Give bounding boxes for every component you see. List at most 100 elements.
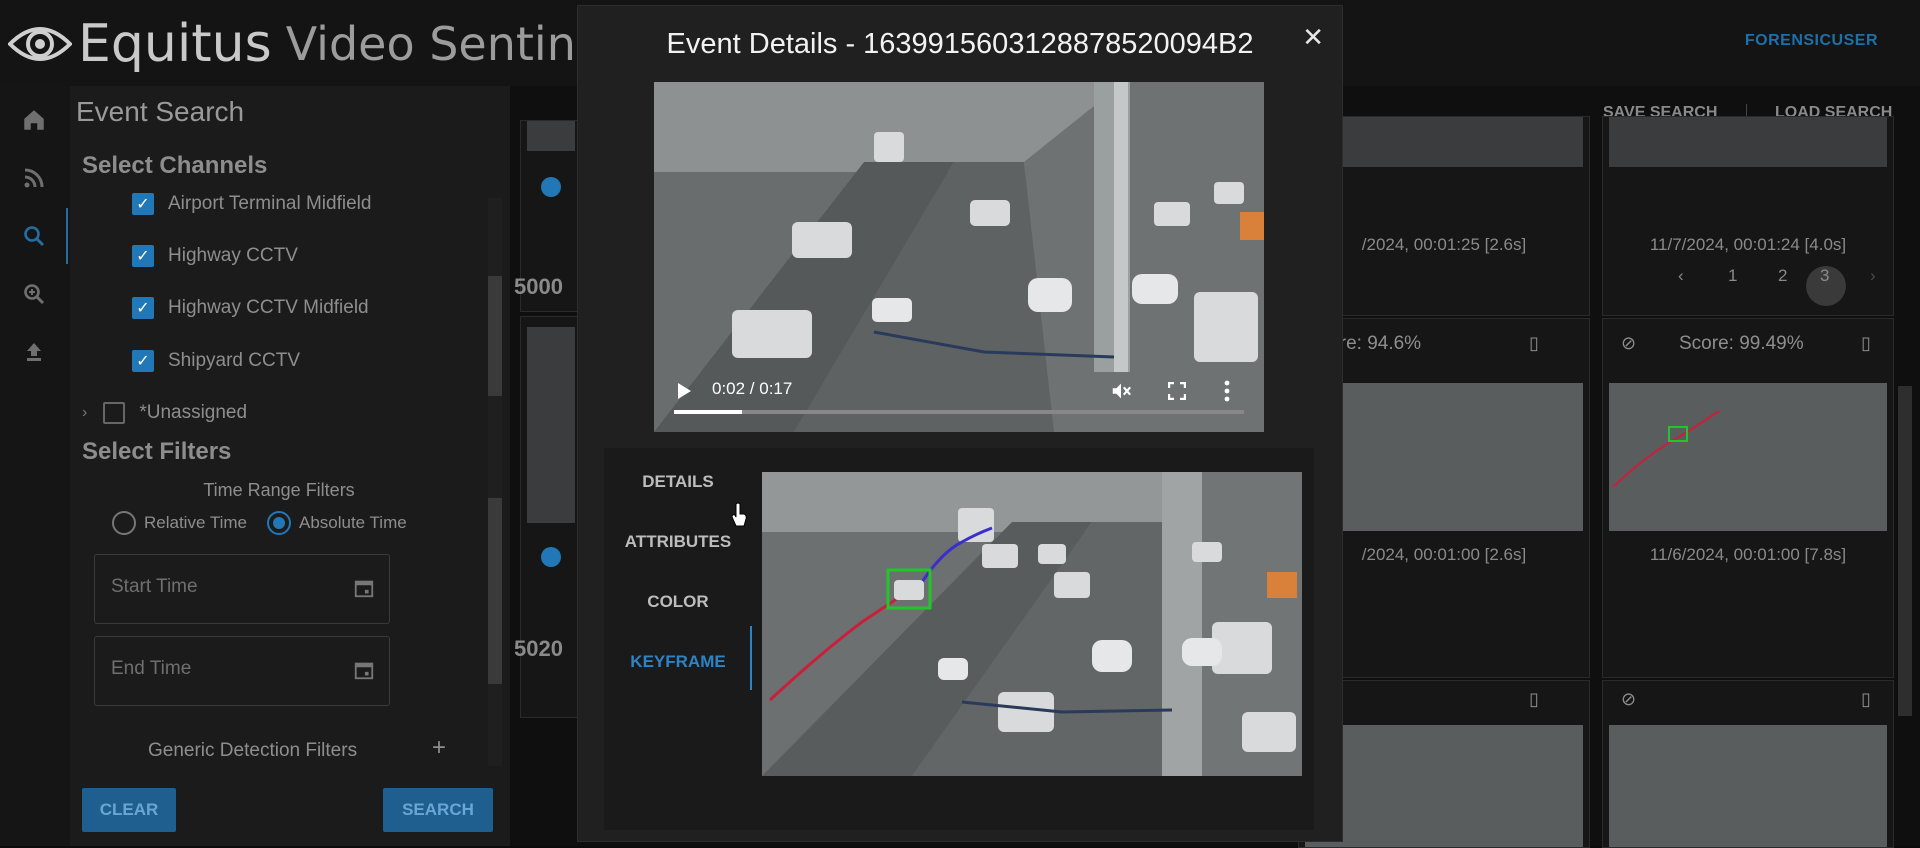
checkbox-checked-icon[interactable]: ✓ (132, 193, 154, 215)
channel-label: *Unassigned (139, 402, 248, 423)
start-time-input[interactable] (109, 575, 343, 599)
tab-attributes[interactable]: ATTRIBUTES (604, 532, 752, 552)
details-tabs-panel: DETAILS ATTRIBUTES COLOR KEYFRAME (604, 448, 1314, 830)
tab-color[interactable]: COLOR (604, 592, 752, 612)
hide-eye-icon[interactable]: ⊘ (1621, 333, 1636, 354)
start-time-field[interactable] (94, 554, 390, 624)
video-progress-track[interactable] (674, 410, 1244, 414)
result-timestamp: 11/6/2024, 00:01:00 [7.8s] (1649, 545, 1847, 564)
result-card[interactable]: ⊘ ▯ (1602, 680, 1894, 848)
next-page-icon[interactable]: › (1870, 266, 1876, 286)
search-button[interactable]: SEARCH (383, 788, 493, 832)
home-icon[interactable] (18, 104, 50, 136)
result-thumbnail (1305, 383, 1583, 531)
video-time: 0:02 / 0:17 (712, 379, 793, 398)
score-label: Score: 99.49% (1679, 333, 1804, 354)
checkbox-checked-icon[interactable]: ✓ (132, 297, 154, 319)
channel-item[interactable]: ✓ Airport Terminal Midfield (132, 190, 371, 218)
user-menu[interactable]: FORENSICUSER (1745, 32, 1878, 50)
channel-label: Airport Terminal Midfield (168, 193, 372, 214)
more-options-icon[interactable] (1224, 380, 1230, 402)
channel-item[interactable]: ✓ Highway CCTV Midfield (132, 294, 369, 322)
radio-absolute-time[interactable] (266, 511, 291, 535)
slider-knob[interactable] (541, 177, 561, 197)
tab-keyframe[interactable]: KEYFRAME (604, 652, 752, 672)
result-thumbnail (527, 121, 575, 151)
channel-label: Shipyard CCTV (168, 350, 300, 371)
checkbox-checked-icon[interactable]: ✓ (132, 350, 154, 372)
event-details-modal: Event Details - 1639915603128878520094B2… (577, 5, 1343, 842)
prev-page-icon[interactable]: ‹ (1678, 266, 1684, 286)
absolute-time-label: Absolute Time (298, 513, 407, 532)
close-icon[interactable]: ✕ (1302, 22, 1324, 53)
panel-title: Event Search (76, 96, 245, 127)
channel-item-unassigned[interactable]: › *Unassigned (82, 399, 247, 427)
hand-cursor-icon (731, 502, 747, 527)
track-overlay (1612, 410, 1720, 488)
zoom-search-icon[interactable] (18, 278, 50, 310)
active-tab-indicator (750, 626, 752, 690)
channel-label: Highway CCTV Midfield (168, 297, 369, 318)
result-thumbnail (1609, 117, 1887, 167)
play-icon[interactable] (676, 382, 692, 400)
search-icon[interactable] (18, 208, 68, 264)
video-player[interactable]: 0:02 / 0:17 (654, 82, 1264, 432)
relative-time-label: Relative Time (144, 513, 247, 532)
result-thumbnail (1609, 725, 1887, 847)
chevron-right-icon[interactable]: › (82, 404, 87, 422)
result-timestamp: 11/7/2024, 00:01:24 [4.0s] (1649, 235, 1847, 254)
feed-icon[interactable] (18, 162, 50, 194)
hide-eye-icon[interactable]: ⊘ (1621, 689, 1636, 710)
calendar-icon[interactable] (353, 659, 375, 681)
page-button[interactable]: 1 (1728, 266, 1737, 286)
search-panel: Event Search Select Channels ✓ Airport T… (70, 86, 510, 846)
time-mode-radio-group: Relative Time Absolute Time (112, 511, 407, 535)
tab-details[interactable]: DETAILS (604, 472, 752, 492)
brand-secondary: Video Sentinel (285, 17, 617, 71)
time-range-title: Time Range Filters (203, 480, 355, 500)
brand-primary: Equitus (78, 14, 272, 74)
keyframe-frame (762, 472, 1302, 776)
clear-button[interactable]: CLEAR (82, 788, 176, 832)
eye-logo-icon (8, 27, 72, 61)
left-nav (0, 86, 70, 846)
group-label: 5000 (514, 274, 563, 299)
result-thumbnail (1305, 725, 1583, 847)
checkbox-empty-icon[interactable] (103, 402, 126, 424)
checkbox-checked-icon[interactable]: ✓ (132, 245, 154, 267)
select-channels-title: Select Channels (82, 152, 268, 179)
slider-knob[interactable] (541, 547, 561, 567)
calendar-icon[interactable] (353, 577, 375, 599)
mute-icon[interactable] (1110, 380, 1132, 402)
video-progress-fill[interactable] (674, 410, 743, 414)
video-controls: 0:02 / 0:17 (654, 360, 1264, 432)
end-time-field[interactable] (94, 636, 390, 706)
end-time-input[interactable] (109, 657, 343, 681)
bookmark-icon[interactable]: ▯ (1529, 689, 1539, 710)
result-card[interactable]: 11/7/2024, 00:01:24 [4.0s] (1602, 116, 1894, 316)
results-scrollbar[interactable] (1898, 386, 1912, 716)
bookmark-icon[interactable]: ▯ (1861, 333, 1871, 354)
generic-filters-label: Generic Detection Filters (148, 740, 358, 761)
radio-relative-time[interactable] (112, 511, 136, 535)
channel-item[interactable]: ✓ Shipyard CCTV (132, 347, 300, 375)
app-logo: Equitus Video Sentinel (8, 14, 617, 74)
add-filter-plus-icon[interactable]: + (432, 734, 446, 762)
bookmark-icon[interactable]: ▯ (1861, 689, 1871, 710)
keyframe-image[interactable] (762, 472, 1302, 776)
channel-item[interactable]: ✓ Highway CCTV (132, 242, 298, 270)
result-thumbnail (1609, 383, 1887, 531)
result-thumbnail (527, 327, 575, 523)
page-button-current[interactable]: 3 (1820, 266, 1829, 286)
channels-scrollbar-thumb[interactable] (488, 276, 502, 396)
group-label: 5020 (514, 636, 563, 661)
channel-label: Highway CCTV (168, 245, 298, 266)
bookmark-icon[interactable]: ▯ (1529, 333, 1539, 354)
result-card[interactable]: ⊘ Score: 99.49% ▯ 11/6/2024, 00:01:00 [7… (1602, 318, 1894, 678)
fullscreen-icon[interactable] (1168, 382, 1186, 400)
filters-scrollbar-thumb[interactable] (488, 498, 502, 684)
result-thumbnail (1305, 117, 1583, 167)
page-button[interactable]: 2 (1778, 266, 1787, 286)
upload-icon[interactable] (18, 336, 50, 368)
modal-title: Event Details - 1639915603128878520094B2 (666, 28, 1254, 60)
